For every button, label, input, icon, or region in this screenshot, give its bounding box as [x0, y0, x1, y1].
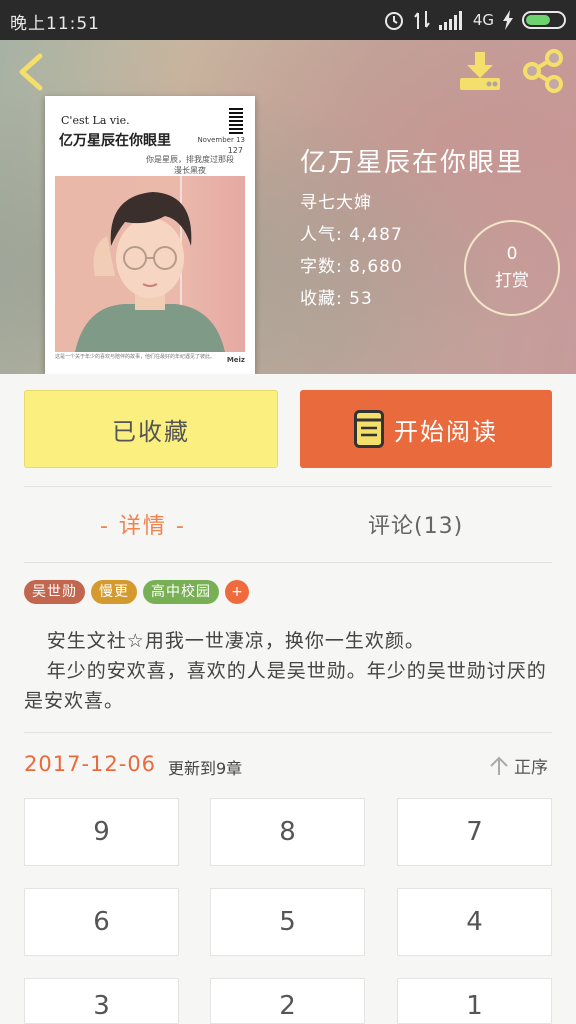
cover-title: 亿万星辰在你眼里 — [59, 133, 171, 149]
signal-icon — [438, 11, 462, 30]
word-count-row: 字数: 8,680 — [300, 252, 403, 277]
update-text: 更新到9章 — [168, 759, 243, 778]
divider — [24, 562, 552, 563]
chapter-button[interactable]: 3 — [24, 978, 179, 1024]
word-count-value: 8,680 — [349, 257, 403, 277]
chapter-button[interactable]: 6 — [24, 888, 179, 956]
favorites-row: 收藏: 53 — [300, 284, 373, 309]
tab-comments[interactable]: 评论(13) — [368, 508, 463, 540]
status-time: 晚上11:51 — [10, 14, 100, 34]
book-cover: C'est La vie. 亿万星辰在你眼里 November 13 127 你… — [45, 96, 255, 374]
add-tag-button[interactable]: + — [225, 580, 249, 604]
status-bar: 晚上11:51 4G — [0, 0, 576, 40]
divider — [24, 732, 552, 733]
battery-icon — [522, 11, 566, 29]
start-reading-label: 开始阅读 — [394, 417, 498, 446]
popularity-value: 4,487 — [349, 225, 403, 245]
description-line-2: 年少的安欢喜，喜欢的人是吴世勋。年少的吴世勋讨厌的是安欢喜。 — [24, 660, 547, 712]
favorites-value: 53 — [349, 289, 373, 309]
chapter-button[interactable]: 4 — [397, 888, 552, 956]
popularity-row: 人气: 4,487 — [300, 220, 403, 245]
cover-date: November 13 — [197, 136, 245, 144]
cover-illustration — [55, 176, 245, 352]
chapter-button[interactable]: 1 — [397, 978, 552, 1024]
collected-button[interactable]: 已收藏 — [24, 390, 278, 468]
book-description: 安生文社☆用我一世凄凉，换你一生欢颜。 年少的安欢喜，喜欢的人是吴世勋。年少的吴… — [24, 626, 554, 716]
chapter-button[interactable]: 7 — [397, 798, 552, 866]
reward-button[interactable]: 0 打赏 — [464, 220, 560, 316]
data-transfer-icon — [414, 11, 430, 29]
network-type: 4G — [472, 11, 494, 29]
share-button[interactable] — [520, 48, 566, 94]
update-date: 2017-12-06 — [24, 752, 157, 776]
chapter-button[interactable]: 9 — [24, 798, 179, 866]
tag-slow-update[interactable]: 慢更 — [91, 580, 137, 604]
tag-wu-shixun[interactable]: 吴世勋 — [24, 580, 85, 604]
chapter-button[interactable]: 5 — [210, 888, 365, 956]
word-count-label: 字数: — [300, 257, 343, 277]
tab-detail[interactable]: - 详情 - — [100, 508, 186, 540]
back-button[interactable] — [14, 52, 48, 92]
book-icon — [354, 410, 384, 448]
cover-top-text: C'est La vie. — [61, 114, 130, 127]
cover-brand: Meiz — [226, 356, 245, 364]
description-line-1: 安生文社☆用我一世凄凉，换你一生欢颜。 — [46, 630, 425, 652]
reward-label: 打赏 — [495, 271, 529, 291]
popularity-label: 人气: — [300, 225, 343, 245]
sort-label: 正序 — [514, 758, 548, 778]
favorites-label: 收藏: — [300, 289, 343, 309]
book-title: 亿万星辰在你眼里 — [300, 148, 525, 178]
cover-subtitle: 你是星辰，排我度过那段漫长黑夜 — [146, 155, 234, 175]
chapter-button[interactable]: 2 — [210, 978, 365, 1024]
start-reading-button[interactable]: 开始阅读 — [300, 390, 552, 468]
cover-footer-text: 这是一个关于年少的喜欢与陪伴的故事，他们在最好的年纪遇见了彼此。 — [55, 354, 216, 360]
status-icons: 4G — [383, 9, 566, 31]
collected-label: 已收藏 — [112, 417, 190, 446]
cover-barcode — [229, 108, 243, 134]
reward-count: 0 — [506, 244, 518, 264]
sort-toggle[interactable]: 正序 — [488, 753, 548, 778]
chapter-button[interactable]: 8 — [210, 798, 365, 866]
alarm-icon — [384, 12, 403, 30]
tag-high-school[interactable]: 高中校园 — [143, 580, 219, 604]
book-author: 寻七大婶 — [300, 193, 372, 213]
arrow-up-icon — [490, 756, 508, 775]
tag-list: 吴世勋 慢更 高中校园 + — [24, 580, 249, 604]
charging-icon — [503, 10, 513, 30]
divider — [24, 486, 552, 487]
book-header: C'est La vie. 亿万星辰在你眼里 November 13 127 你… — [0, 40, 576, 374]
download-button[interactable] — [458, 48, 502, 92]
